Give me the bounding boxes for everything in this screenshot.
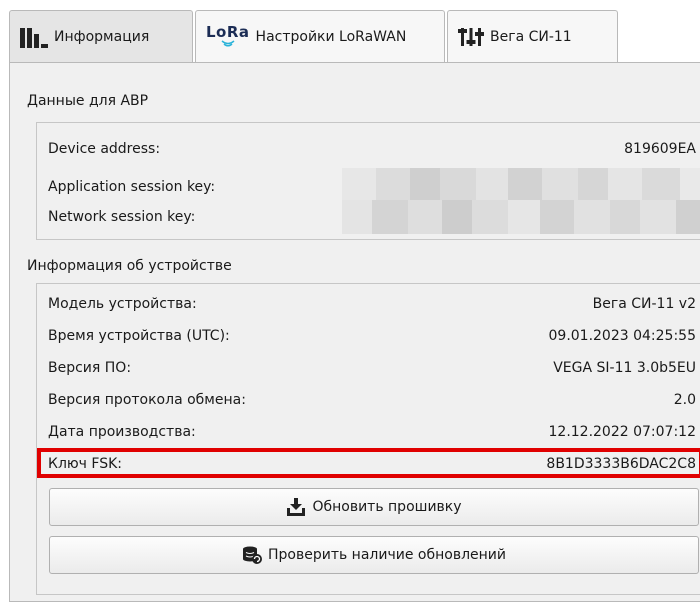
device-info-row: Версия протокола обмена: 2.0 <box>48 387 696 413</box>
fsk-key-highlight <box>37 448 700 478</box>
device-time-value: 09.01.2023 04:25:55 <box>548 328 697 344</box>
sliders-icon <box>458 27 484 46</box>
firmware-version-value: VEGA SI-11 3.0b5EU <box>553 360 696 376</box>
app-session-key-value-redacted <box>342 168 700 202</box>
abp-section-title: Данные для ABP <box>27 93 149 109</box>
manufacture-date-value: 12.12.2022 07:07:12 <box>548 424 697 440</box>
device-info-section-title: Информация об устройстве <box>27 258 232 274</box>
tab-lorawan-settings-label: Настройки LoRaWAN <box>255 28 407 45</box>
lora-logo-icon: LoRa <box>206 25 250 48</box>
protocol-version-value: 2.0 <box>673 392 696 408</box>
tab-vega-si11[interactable]: Вега СИ-11 <box>447 10 618 62</box>
database-refresh-icon <box>243 546 262 564</box>
lora-logo-text: LoRa <box>206 23 250 41</box>
update-firmware-label: Обновить прошивку <box>312 499 462 515</box>
download-icon <box>287 498 306 516</box>
device-address-value: 819609EA <box>624 141 696 157</box>
manufacture-date-label: Дата производства: <box>48 424 196 440</box>
tab-lorawan-settings[interactable]: LoRa Настройки LoRaWAN <box>195 10 445 62</box>
device-model-value: Вега СИ-11 v2 <box>592 296 696 312</box>
tab-vega-si11-label: Вега СИ-11 <box>490 28 572 45</box>
update-firmware-button[interactable]: Обновить прошивку <box>49 488 699 526</box>
device-address-row: Device address: 819609EA <box>48 136 696 162</box>
firmware-version-label: Версия ПО: <box>48 360 132 376</box>
app-session-key-label: Application session key: <box>48 179 216 195</box>
device-time-label: Время устройства (UTC): <box>48 328 230 344</box>
tab-information[interactable]: Информация <box>9 10 193 62</box>
tab-bar: Информация LoRa Настройки LoRaWAN Вега С… <box>0 0 700 62</box>
device-info-row: Модель устройства: Вега СИ-11 v2 <box>48 291 696 317</box>
device-info-row: Время устройства (UTC): 09.01.2023 04:25… <box>48 323 696 349</box>
device-info-row: Дата производства: 12.12.2022 07:07:12 <box>48 419 696 445</box>
tab-information-label: Информация <box>54 28 150 45</box>
device-info-row: Версия ПО: VEGA SI-11 3.0b5EU <box>48 355 696 381</box>
network-session-key-value-redacted <box>342 200 700 234</box>
device-address-label: Device address: <box>48 141 161 157</box>
bar-chart-icon <box>20 26 48 48</box>
protocol-version-label: Версия протокола обмена: <box>48 392 246 408</box>
device-model-label: Модель устройства: <box>48 296 197 312</box>
check-updates-button[interactable]: Проверить наличие обновлений <box>49 536 699 574</box>
network-session-key-label: Network session key: <box>48 209 196 225</box>
check-updates-label: Проверить наличие обновлений <box>268 547 506 563</box>
